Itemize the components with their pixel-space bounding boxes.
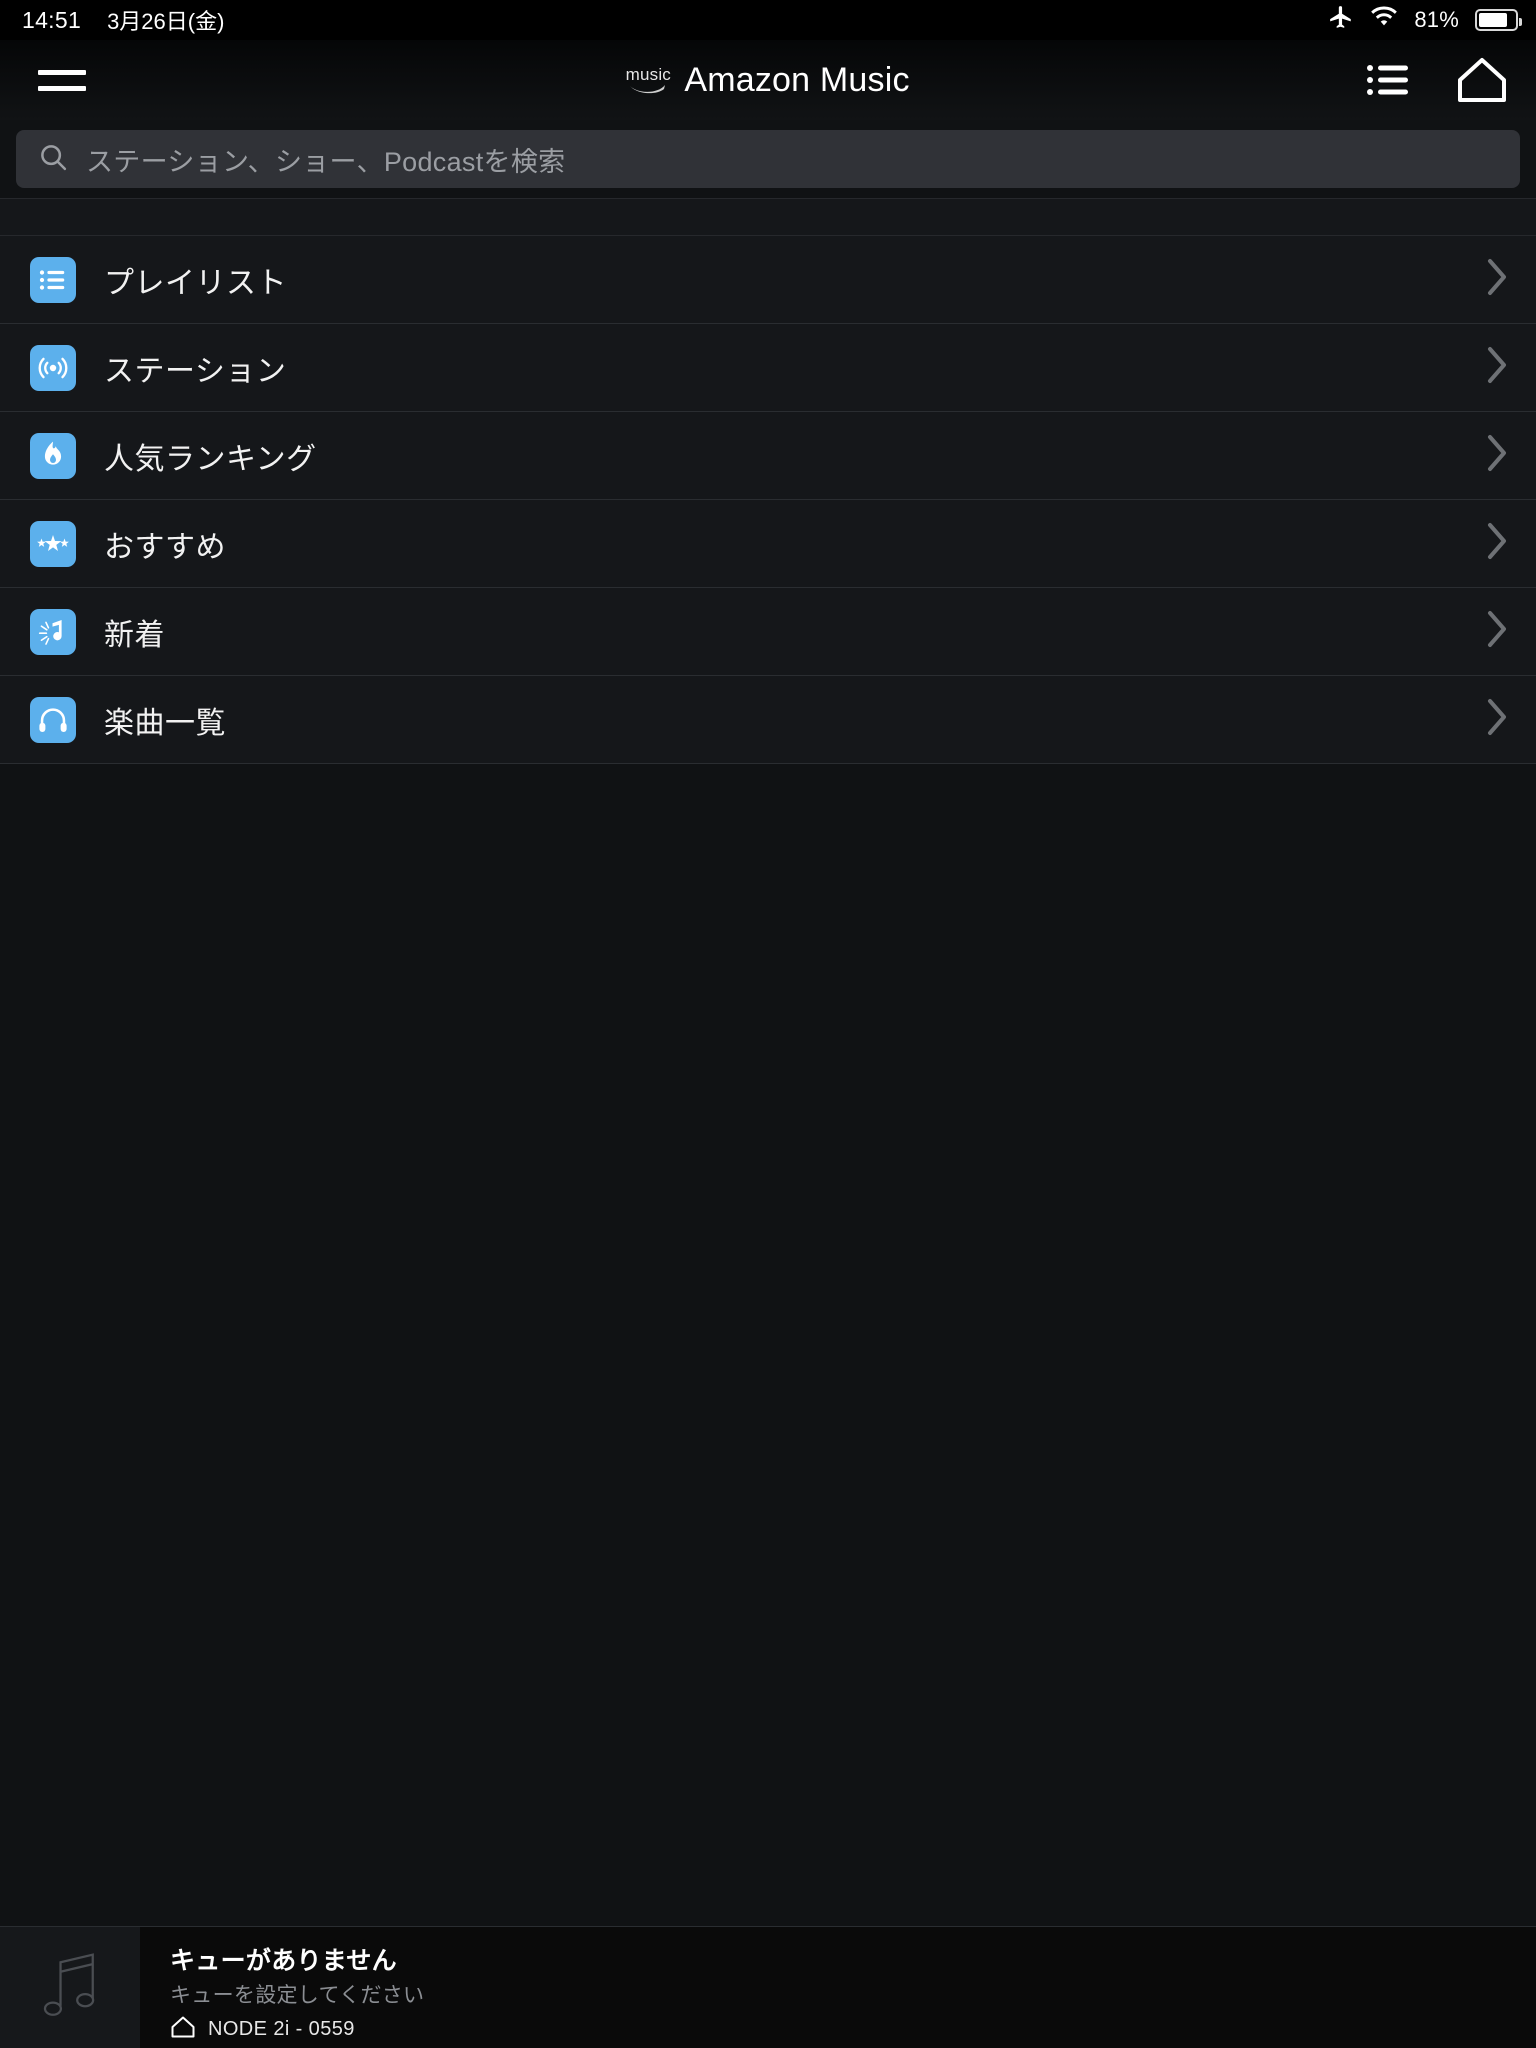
search-icon [38, 142, 68, 177]
amazon-music-app: 14:51 3月26日(金) 81% music Amazon Music ステ… [0, 0, 1536, 2048]
output-device-name: NODE 2i - 0559 [208, 2018, 355, 2040]
flame-icon [30, 432, 76, 479]
header-title-group: music Amazon Music [0, 61, 1536, 100]
chevron-right-icon [1484, 344, 1510, 391]
radio-waves-icon [30, 344, 76, 391]
search-placeholder: ステーション、ショー、Podcastを検索 [86, 146, 566, 177]
status-bar: 14:51 3月26日(金) 81% [0, 0, 1536, 40]
music-note-placeholder-icon [39, 1949, 101, 2026]
section-divider-strip [0, 198, 1536, 236]
search-input[interactable]: ステーション、ショー、Podcastを検索 [16, 130, 1520, 188]
home-icon [170, 2015, 196, 2044]
chevron-right-icon [1484, 520, 1510, 567]
chevron-right-icon [1484, 608, 1510, 655]
list-item-popular-ranking[interactable]: 人気ランキング [0, 412, 1536, 500]
chevron-right-icon [1484, 696, 1510, 743]
list-item-stations[interactable]: ステーション [0, 324, 1536, 412]
now-playing-bar: キューがありません キューを設定してください NODE 2i - 0559 [0, 1926, 1536, 2048]
queue-list-icon[interactable] [1366, 62, 1410, 98]
wifi-icon [1370, 6, 1398, 34]
list-item-label: 人気ランキング [104, 442, 317, 476]
chevron-right-icon [1484, 432, 1510, 479]
search-zone: ステーション、ショー、Podcastを検索 [0, 120, 1536, 198]
list-item-label: プレイリスト [104, 266, 287, 300]
hamburger-menu-icon[interactable] [34, 62, 90, 99]
now-playing-info[interactable]: キューがありません キューを設定してください NODE 2i - 0559 [140, 1927, 1536, 2048]
list-item-playlist[interactable]: プレイリスト [0, 236, 1536, 324]
now-playing-subtitle: キューを設定してください [170, 1984, 425, 2007]
home-icon[interactable] [1456, 56, 1508, 104]
battery-percent: 81% [1414, 7, 1459, 32]
list-item-label: 新着 [104, 618, 165, 652]
stars-icon [30, 520, 76, 567]
list-item-label: 楽曲一覧 [104, 706, 226, 740]
list-item-recommended[interactable]: おすすめ [0, 500, 1536, 588]
main-menu-list: プレイリスト ステーション 人気ランキング おすすめ 新着 楽曲一覧 [0, 236, 1536, 764]
empty-content-area [0, 764, 1536, 1926]
app-header: music Amazon Music [0, 40, 1536, 120]
output-device[interactable]: NODE 2i - 0559 [170, 2015, 1536, 2044]
status-date: 3月26日(金) [107, 9, 225, 34]
list-item-all-songs[interactable]: 楽曲一覧 [0, 676, 1536, 764]
album-art-placeholder[interactable] [0, 1927, 140, 2048]
status-time: 14:51 [22, 6, 82, 33]
playlist-icon [30, 256, 76, 303]
status-bar-left: 14:51 3月26日(金) [22, 4, 224, 36]
list-item-label: ステーション [104, 354, 287, 388]
list-item-label: おすすめ [104, 530, 226, 564]
status-bar-right: 81% [1328, 4, 1522, 36]
chevron-right-icon [1484, 256, 1510, 303]
page-title: Amazon Music [684, 60, 910, 99]
now-playing-title: キューがありません [170, 1947, 397, 1975]
airplane-icon [1328, 4, 1354, 36]
headphones-icon [30, 696, 76, 743]
battery-icon [1475, 9, 1522, 31]
amazon-music-logo-icon: music [625, 64, 672, 95]
list-item-new-releases[interactable]: 新着 [0, 588, 1536, 676]
new-music-note-icon [30, 608, 76, 655]
header-actions [1366, 56, 1508, 104]
logo-word: music [625, 64, 672, 84]
